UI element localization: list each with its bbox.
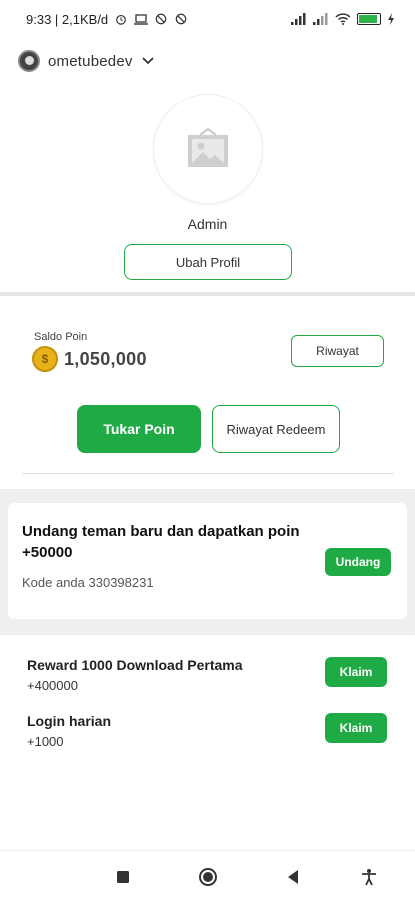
points-value: 1,050,000 <box>64 348 147 369</box>
exchange-points-button[interactable]: Tukar Poin <box>77 405 201 453</box>
reward-row: Login harian +1000 Klaim <box>0 713 415 759</box>
battery-fill <box>359 15 378 23</box>
claim-button[interactable]: Klaim <box>325 657 387 687</box>
reward-amount: +1000 <box>27 734 64 749</box>
reward-row: Reward 1000 Download Pertama +400000 Kla… <box>0 657 415 703</box>
accessibility-icon[interactable] <box>360 868 378 886</box>
charging-icon <box>388 13 394 25</box>
chevron-down-icon <box>141 57 154 65</box>
invite-card: Undang teman baru dan dapatkan poin +500… <box>8 503 407 619</box>
edit-profile-button[interactable]: Ubah Profil <box>124 244 292 280</box>
signal-icon-2 <box>313 13 328 25</box>
reward-amount: +400000 <box>27 678 78 693</box>
image-placeholder-icon <box>188 127 228 167</box>
invite-button[interactable]: Undang <box>325 548 391 576</box>
claim-button[interactable]: Klaim <box>325 713 387 743</box>
battery-icon <box>357 13 381 25</box>
divider <box>22 473 394 474</box>
profile-photo[interactable] <box>154 95 262 203</box>
signal-icon <box>291 13 306 25</box>
avatar <box>18 50 40 72</box>
home-icon[interactable] <box>198 867 218 887</box>
reward-title: Login harian <box>27 713 111 729</box>
status-time-speed: 9:33 | 2,1KB/d <box>26 11 109 27</box>
laptop-icon <box>134 14 149 25</box>
blocked-app-icon <box>155 13 167 25</box>
points-label: Saldo Poin <box>34 331 88 343</box>
redeem-history-button[interactable]: Riwayat Redeem <box>212 405 340 453</box>
invite-code: Kode anda 330398231 <box>22 575 154 590</box>
account-username: ometubedev <box>48 52 133 70</box>
reward-title: Reward 1000 Download Pertama <box>27 657 243 673</box>
back-icon[interactable] <box>284 868 302 886</box>
blocked-app-icon-2 <box>175 13 187 25</box>
section-divider <box>0 292 415 296</box>
points-balance: $ 1,050,000 <box>32 346 147 372</box>
wifi-icon <box>335 13 351 25</box>
alarm-icon <box>116 14 127 25</box>
coin-icon: $ <box>32 346 58 372</box>
status-bar: 9:33 | 2,1KB/d <box>0 0 415 38</box>
status-left: 9:33 | 2,1KB/d <box>26 12 188 27</box>
account-switcher[interactable]: ometubedev <box>18 47 155 75</box>
status-right <box>291 13 395 25</box>
recent-apps-icon[interactable] <box>114 868 132 886</box>
invite-title: Undang teman baru dan dapatkan poin +500… <box>22 523 300 561</box>
system-nav-bar <box>0 850 415 900</box>
points-history-button[interactable]: Riwayat <box>291 335 384 367</box>
profile-name: Admin <box>187 216 228 232</box>
